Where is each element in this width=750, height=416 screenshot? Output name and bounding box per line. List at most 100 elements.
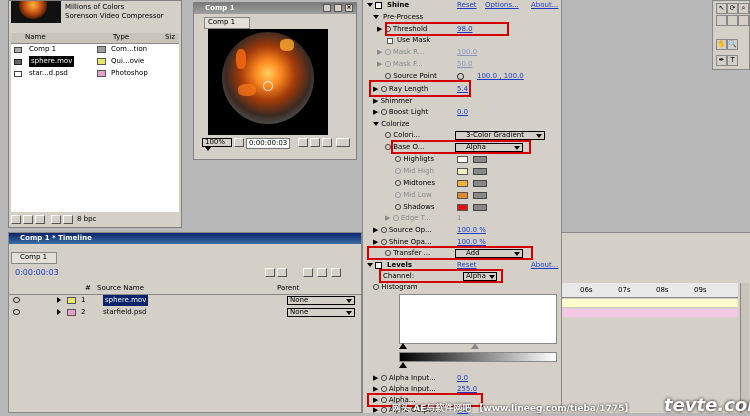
levels-about-link[interactable]: About... <box>531 260 558 271</box>
stopwatch-icon[interactable] <box>385 132 391 138</box>
selection-tool-icon[interactable]: ↖ <box>716 3 727 14</box>
timeline-scrollbar[interactable] <box>740 283 749 413</box>
timecode-field[interactable]: 0:00:00:03 <box>246 138 291 149</box>
stopwatch-icon[interactable] <box>380 386 387 392</box>
timeline-tab[interactable]: Comp 1 <box>11 252 57 264</box>
parent-dropdown[interactable]: None <box>287 296 355 305</box>
colori-dropdown[interactable]: 3-Color Gradient <box>455 131 545 140</box>
expand-triangle-icon[interactable] <box>57 297 61 303</box>
expand-triangle-icon[interactable] <box>367 3 373 7</box>
midtones-swatch[interactable] <box>457 180 468 187</box>
stopwatch-icon[interactable] <box>395 168 401 174</box>
shadows-swatch[interactable] <box>457 204 468 211</box>
comp-window-titlebar[interactable]: Comp 1 × <box>194 3 356 14</box>
levels-fx-checkbox[interactable] <box>375 262 382 269</box>
comp-viewer[interactable] <box>208 29 328 135</box>
table-row[interactable]: 1 sphere.mov None <box>9 295 361 306</box>
boost-light-value[interactable]: 0.0 <box>457 107 468 118</box>
shine-about-link[interactable]: About... <box>531 0 558 11</box>
layer-name[interactable]: sphere.mov <box>103 295 149 306</box>
flowchart-icon[interactable] <box>63 215 73 224</box>
source-point-value[interactable]: 100.0 , 100.0 <box>477 71 524 82</box>
graph-editor-icon[interactable] <box>331 268 341 277</box>
column-size[interactable]: Siz <box>165 32 175 43</box>
use-mask-checkbox[interactable] <box>387 38 393 44</box>
resolution-icon[interactable] <box>336 138 350 147</box>
timeline-titlebar[interactable]: Comp 1 * Timeline <box>9 233 361 244</box>
time-ruler[interactable]: 06s 07s 08s 09s <box>562 283 738 298</box>
stopwatch-icon[interactable] <box>380 375 387 381</box>
eyedropper-icon[interactable] <box>473 180 487 187</box>
timeline-timecode[interactable]: 0:00:00:03 <box>15 267 59 278</box>
draft-3d-icon[interactable] <box>317 268 327 277</box>
stopwatch-icon[interactable] <box>395 204 401 210</box>
stopwatch-icon[interactable] <box>395 192 401 198</box>
magnifier-tool-icon[interactable]: 🔍 <box>727 39 738 50</box>
trash-icon[interactable] <box>51 215 61 224</box>
layer-name[interactable]: starfield.psd <box>103 307 146 318</box>
safe-zones-icon[interactable] <box>234 138 244 147</box>
shine-options-link[interactable]: Options... <box>485 0 519 11</box>
stopwatch-icon[interactable] <box>395 180 401 186</box>
mid-low-swatch[interactable] <box>457 192 468 199</box>
stopwatch-icon[interactable] <box>395 156 401 162</box>
mask-tool-icon[interactable] <box>738 15 749 26</box>
list-item[interactable]: Comp 1 Com...tion <box>11 44 179 56</box>
folder-icon[interactable] <box>23 215 33 224</box>
motion-blur-icon[interactable] <box>303 268 313 277</box>
pan-tool-icon[interactable] <box>727 15 738 26</box>
histogram-graph[interactable] <box>399 294 557 344</box>
text-tool-icon[interactable]: T <box>727 55 738 66</box>
column-name[interactable]: Name <box>25 32 46 43</box>
column-parent[interactable]: Parent <box>277 283 299 294</box>
layer-bar-starfield[interactable] <box>562 309 738 317</box>
maximize-icon[interactable] <box>334 4 342 12</box>
eyedropper-icon[interactable] <box>473 156 487 163</box>
zoom-tool-icon[interactable]: ⌕ <box>738 3 749 14</box>
list-item[interactable]: sphere.mov Qui...ovie <box>11 56 179 68</box>
stopwatch-icon[interactable] <box>380 239 387 245</box>
levels-triangle-icon[interactable] <box>367 263 373 267</box>
new-comp-icon[interactable] <box>35 215 45 224</box>
fx-checkbox[interactable] <box>375 2 382 9</box>
input-black-slider-icon[interactable] <box>399 343 407 349</box>
stopwatch-icon[interactable] <box>373 284 379 290</box>
stopwatch-icon[interactable] <box>380 227 387 233</box>
shine-reset-link[interactable]: Reset <box>457 0 477 11</box>
stopwatch-icon[interactable] <box>384 49 391 55</box>
snapshot-icon[interactable] <box>298 138 308 147</box>
column-type[interactable]: Type <box>113 32 129 43</box>
pen-tool-icon[interactable]: ✒ <box>716 55 727 66</box>
bit-depth[interactable]: 8 bpc <box>77 214 96 225</box>
channel-icon[interactable] <box>322 138 332 147</box>
find-icon[interactable] <box>11 215 21 224</box>
stopwatch-icon[interactable] <box>380 109 387 115</box>
comp-tab[interactable]: Comp 1 <box>204 17 250 29</box>
edge-value[interactable]: 1 <box>457 213 461 224</box>
parent-dropdown[interactable]: None <box>287 308 355 317</box>
eyedropper-icon[interactable] <box>473 204 487 211</box>
zoom-select[interactable]: 100% <box>202 138 232 151</box>
stopwatch-icon[interactable] <box>392 215 399 221</box>
expand-triangle-icon[interactable] <box>373 122 379 126</box>
eye-icon[interactable] <box>13 297 20 303</box>
layer-bar-sphere[interactable] <box>562 299 738 307</box>
eyedropper-icon[interactable] <box>473 192 487 199</box>
rotate-tool-icon[interactable]: ⟳ <box>727 3 738 14</box>
stopwatch-icon[interactable] <box>380 407 387 413</box>
mask-f-value[interactable]: 50.0 <box>457 59 473 70</box>
crosshair-icon[interactable] <box>457 73 464 80</box>
table-row[interactable]: 2 starfield.psd None <box>9 307 361 318</box>
input-gamma-slider-icon[interactable] <box>471 343 479 349</box>
pre-process-triangle-icon[interactable] <box>373 15 379 19</box>
stopwatch-icon[interactable] <box>384 61 391 67</box>
show-snapshot-icon[interactable] <box>310 138 320 147</box>
frame-blend-icon[interactable] <box>277 268 287 277</box>
camera-tool-icon[interactable] <box>716 15 727 26</box>
eyedropper-icon[interactable] <box>473 168 487 175</box>
comp-flowchart-icon[interactable] <box>265 268 275 277</box>
column-source-name[interactable]: Source Name <box>97 283 144 294</box>
mid-high-swatch[interactable] <box>457 168 468 175</box>
list-item[interactable]: star...d.psd Photoshop <box>11 68 179 80</box>
stopwatch-icon[interactable] <box>385 73 391 79</box>
